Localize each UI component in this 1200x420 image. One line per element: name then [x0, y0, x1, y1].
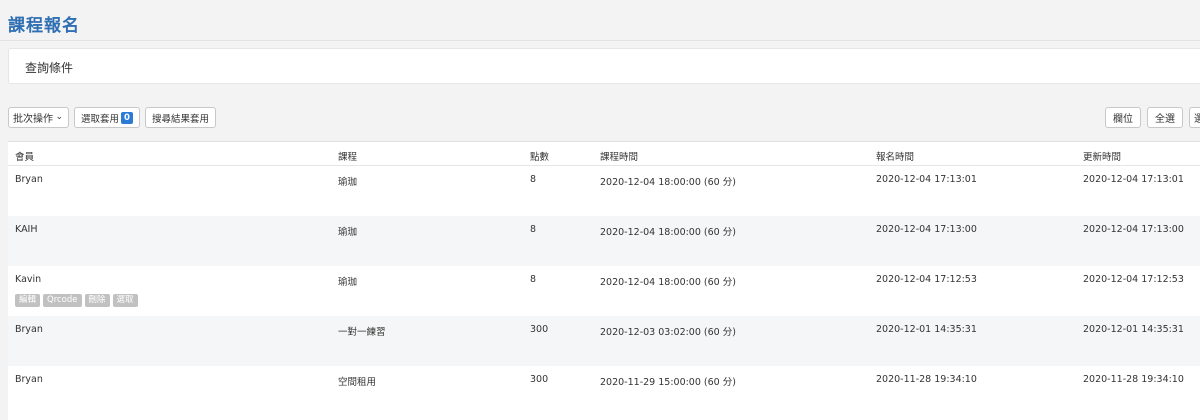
cell-points: 8: [530, 174, 537, 185]
table-row[interactable]: Bryan 空間租用 300 2020-11-29 15:00:00 (60 分…: [8, 366, 1200, 416]
header-course-time[interactable]: 課程時間: [600, 149, 638, 163]
page-title: 課程報名: [8, 16, 80, 36]
header-register-time[interactable]: 報名時間: [876, 149, 914, 163]
cell-points: 8: [530, 224, 537, 235]
cell-register-time: 2020-11-28 19:34:10: [876, 374, 977, 385]
qrcode-button[interactable]: Qrcode: [43, 294, 82, 307]
selected-count-badge: 0: [121, 111, 133, 124]
cell-update-time: 2020-12-04 17:12:53: [1083, 274, 1184, 285]
cell-course: 一對一練習: [338, 327, 386, 338]
table-row[interactable]: KAIH 瑜珈 8 2020-12-04 18:00:00 (60 分) 202…: [8, 216, 1200, 266]
apply-selected-label: 選取套用: [81, 113, 120, 125]
apply-selected-button[interactable]: 選取套用 0: [74, 107, 140, 128]
batch-action-select[interactable]: 批次操作 ⌄: [8, 107, 69, 128]
query-panel[interactable]: 查詢條件: [8, 48, 1200, 84]
row-actions: 編輯 Qrcode 刪除 選取: [15, 294, 141, 307]
title-divider: [0, 40, 1200, 41]
cell-course: 瑜珈: [338, 227, 358, 238]
table-row[interactable]: Bryan 一對一練習 300 2020-12-03 03:02:00 (60 …: [8, 316, 1200, 366]
registration-table: 會員 課程 點數 課程時間 報名時間 更新時間 Bryan 瑜珈 8 2020-…: [8, 141, 1200, 420]
cell-member: Bryan: [15, 174, 43, 185]
cell-points: 8: [530, 274, 537, 285]
cell-member: Kavin: [15, 274, 42, 285]
select-button[interactable]: 選取: [112, 294, 138, 307]
cell-course: 瑜珈: [338, 277, 358, 288]
cell-course: 瑜珈: [338, 177, 358, 188]
cell-course-time: 2020-12-04 18:00:00 (60 分): [600, 177, 736, 188]
query-panel-title[interactable]: 查詢條件: [25, 59, 73, 76]
cell-register-time: 2020-12-04 17:13:01: [876, 174, 977, 185]
cell-register-time: 2020-12-04 17:12:53: [876, 274, 977, 285]
cell-course: 空間租用: [338, 377, 377, 388]
cell-points: 300: [530, 374, 549, 385]
columns-button[interactable]: 欄位: [1105, 107, 1141, 128]
cell-course-time: 2020-11-29 15:00:00 (60 分): [600, 377, 736, 388]
header-update-time[interactable]: 更新時間: [1083, 149, 1121, 163]
edit-button[interactable]: 編輯: [15, 294, 41, 307]
header-course[interactable]: 課程: [338, 149, 357, 163]
cell-update-time: 2020-12-01 14:35:31: [1083, 324, 1184, 335]
cell-register-time: 2020-12-01 14:35:31: [876, 324, 977, 335]
cell-points: 300: [530, 324, 549, 335]
cell-course-time: 2020-12-04 18:00:00 (60 分): [600, 227, 736, 238]
cell-update-time: 2020-12-04 17:13:01: [1083, 174, 1184, 185]
select-all-button[interactable]: 全選: [1147, 107, 1183, 128]
cell-course-time: 2020-12-03 03:02:00 (60 分): [600, 327, 736, 338]
table-row[interactable]: Kavin 瑜珈 8 2020-12-04 18:00:00 (60 分) 20…: [8, 266, 1200, 316]
batch-action-label: 批次操作: [13, 114, 53, 125]
cell-member: Bryan: [15, 324, 43, 335]
cell-course-time: 2020-12-04 18:00:00 (60 分): [600, 277, 736, 288]
header-member[interactable]: 會員: [15, 149, 34, 163]
header-points[interactable]: 點數: [530, 149, 549, 163]
partial-button[interactable]: 選: [1189, 107, 1200, 128]
cell-member: KAIH: [15, 224, 38, 235]
apply-search-results-button[interactable]: 搜尋結果套用: [144, 107, 216, 128]
chevron-down-icon: ⌄: [55, 112, 63, 122]
cell-update-time: 2020-12-04 17:13:00: [1083, 224, 1184, 235]
cell-member: Bryan: [15, 374, 43, 385]
toolbar-left: 批次操作 ⌄ 選取套用 0 搜尋結果套用: [8, 107, 216, 128]
table-header: 會員 課程 點數 課程時間 報名時間 更新時間: [8, 142, 1200, 166]
delete-button[interactable]: 刪除: [84, 294, 110, 307]
toolbar-right: 欄位 全選 選: [1105, 107, 1200, 128]
cell-update-time: 2020-11-28 19:34:10: [1083, 374, 1184, 385]
table-row[interactable]: Bryan 瑜珈 8 2020-12-04 18:00:00 (60 分) 20…: [8, 166, 1200, 216]
cell-register-time: 2020-12-04 17:13:00: [876, 224, 977, 235]
